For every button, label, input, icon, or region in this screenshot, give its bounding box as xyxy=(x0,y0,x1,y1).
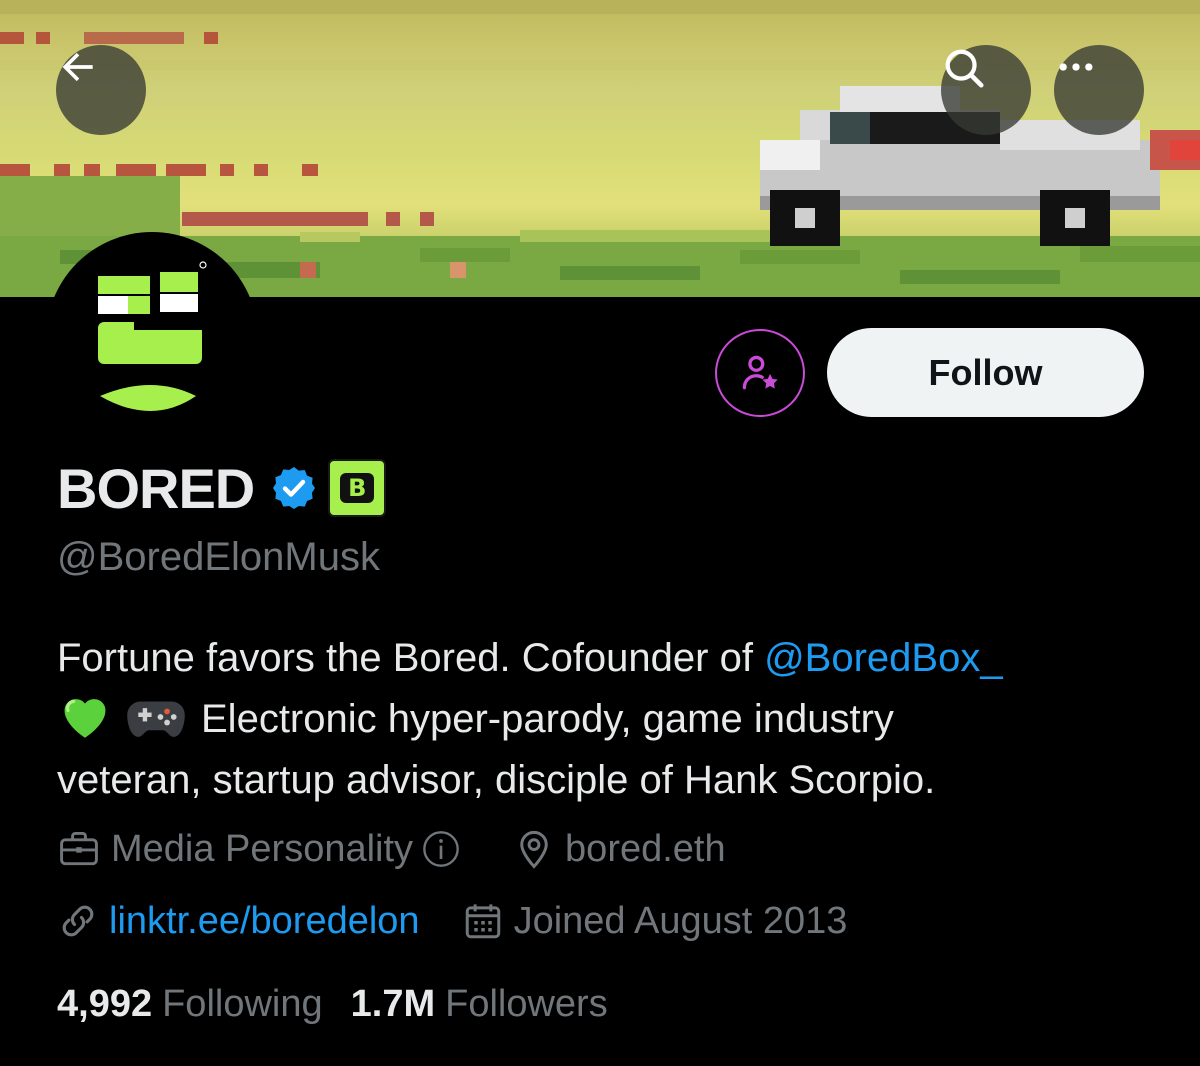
subscribe-button[interactable] xyxy=(715,329,805,417)
category-item: Media Personality xyxy=(57,827,471,871)
affiliate-badge[interactable]: B xyxy=(328,459,387,517)
follow-button[interactable]: Follow xyxy=(827,328,1144,417)
follow-stats: 4,992 Following 1.7M Followers xyxy=(57,978,636,1030)
affiliate-badge-letter: B xyxy=(340,473,375,503)
bio-line-3: veteran, startup advisor, disciple of Ha… xyxy=(57,758,936,802)
location-label: bored.eth xyxy=(565,827,726,870)
following-label: Following xyxy=(162,982,323,1025)
link-icon xyxy=(62,905,94,937)
game-controller-icon xyxy=(127,701,185,737)
calendar-icon xyxy=(465,904,500,939)
handle: @BoredElonMusk xyxy=(57,535,380,579)
info-icon[interactable] xyxy=(421,829,461,869)
joined-label: Joined August 2013 xyxy=(513,899,848,942)
followers-stat[interactable]: 1.7M Followers xyxy=(351,983,608,1026)
person-star-icon xyxy=(742,355,778,390)
avatar[interactable] xyxy=(46,232,258,444)
search-icon xyxy=(945,49,984,88)
arrow-left-icon xyxy=(62,52,93,82)
location-pin-icon xyxy=(520,830,548,869)
bio-mention-link[interactable]: @BoredBox_ xyxy=(764,636,1003,680)
following-count: 4,992 xyxy=(57,982,153,1025)
bio-text-2: Electronic hyper-parody, game industry xyxy=(201,697,894,741)
profile-meta-row-1: Media Personality bored.eth xyxy=(57,824,768,874)
category-label: Media Personality xyxy=(111,827,414,870)
website-link[interactable]: linktr.ee/boredelon xyxy=(109,900,420,943)
profile-page: Follow BORED B @BoredElonMusk Fortune fa… xyxy=(0,0,1200,1066)
joined-item: Joined August 2013 xyxy=(462,899,848,943)
followers-label: Followers xyxy=(445,982,608,1025)
profile-meta-row-2: linktr.ee/boredelon Joined August 2013 xyxy=(57,896,889,946)
bio-line-1: Fortune favors the Bored. Cofounder of @… xyxy=(57,628,1157,689)
more-horizontal-icon xyxy=(1059,63,1093,71)
briefcase-icon xyxy=(60,831,98,866)
bio-text-1: Fortune favors the Bored. Cofounder of xyxy=(57,636,765,680)
bio-line-2: Electronic hyper-parody, game industry xyxy=(57,689,1157,750)
search-button[interactable] xyxy=(941,45,1031,135)
name-row: BORED B xyxy=(57,456,387,520)
more-button[interactable] xyxy=(1054,45,1144,135)
followers-count: 1.7M xyxy=(350,982,436,1025)
bored-logo-avatar xyxy=(98,261,207,411)
green-heart-icon xyxy=(64,699,106,738)
website-item: linktr.ee/boredelon xyxy=(57,900,420,943)
back-button[interactable] xyxy=(56,45,146,135)
verified-badge-icon[interactable] xyxy=(270,464,318,512)
following-stat[interactable]: 4,992 Following xyxy=(57,983,323,1026)
location-item: bored.eth xyxy=(513,828,726,871)
display-name: BORED xyxy=(57,456,255,520)
bio: Fortune favors the Bored. Cofounder of @… xyxy=(57,628,1157,811)
